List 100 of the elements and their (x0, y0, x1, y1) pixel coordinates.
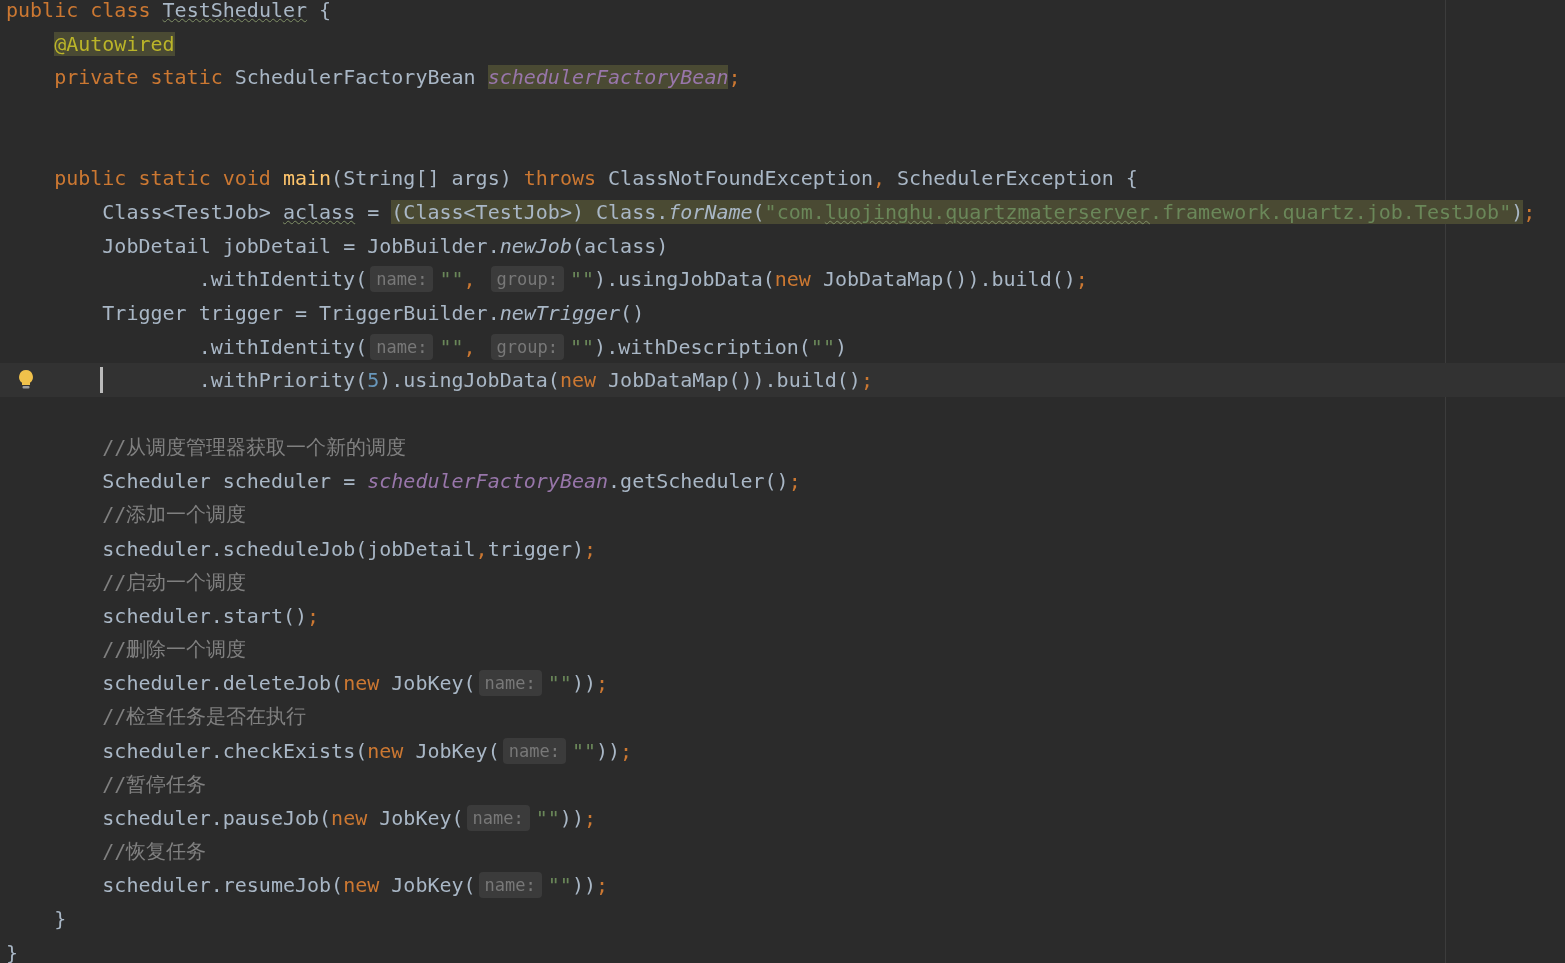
code-token: JobKey( (391, 873, 476, 898)
code-token: //启动一个调度 (102, 568, 247, 596)
code-token: quartzmaterserver (945, 199, 1150, 224)
code-token: "" (547, 671, 572, 696)
code-token: //检查任务是否在执行 (102, 703, 307, 731)
code-token: luojinghu (824, 199, 934, 224)
code-token: "" (535, 805, 560, 830)
code-token: new (774, 267, 812, 292)
code-token: "com. (764, 199, 825, 224)
code-token: ; (728, 65, 741, 90)
code-token: scheduler.scheduleJob(jobDetail (102, 536, 476, 561)
code-token: (Class<TestJob>) Class. (391, 199, 669, 224)
code-token: ) (834, 334, 847, 359)
code-token: private static (54, 65, 224, 90)
code-token: , (463, 334, 477, 359)
code-token: TestSheduler (162, 0, 308, 22)
code-token: new (559, 368, 597, 393)
code-token: scheduler.checkExists( (102, 738, 368, 763)
code-token: ; (596, 671, 609, 696)
code-token: .withIdentity( (198, 267, 368, 292)
code-token: scheduler.deleteJob( (102, 671, 344, 696)
code-token: schedulerFactoryBean (367, 469, 609, 494)
code-editor[interactable] (0, 0, 1565, 963)
code-token: "" (571, 738, 596, 763)
code-token: .framework.quartz.job.TestJob" (1149, 199, 1512, 224)
code-token: JobDataMap()).build() (608, 368, 861, 393)
code-token: Class<TestJob> (102, 199, 272, 224)
code-token: SchedulerException { (897, 166, 1138, 191)
text-cursor (100, 367, 103, 394)
code-token: )) (559, 805, 584, 830)
code-token: )) (595, 738, 621, 763)
code-token: ).withDescription( (594, 334, 811, 359)
parameter-hint: name: (478, 670, 542, 697)
code-token: schedulerFactoryBean (487, 65, 729, 90)
code-token: JobDataMap()).build() (822, 267, 1076, 292)
code-token: aclass (282, 199, 356, 224)
code-token: .withIdentity( (198, 334, 368, 359)
code-token: Scheduler scheduler = (102, 469, 357, 494)
code-token: "" (570, 334, 595, 359)
parameter-hint: name: (502, 737, 566, 764)
code-token: ClassNotFoundException (608, 166, 873, 191)
code-token: , (872, 166, 886, 191)
code-token: ; (1075, 267, 1088, 292)
code-token: //添加一个调度 (102, 501, 247, 529)
code-token: ).usingJobData( (379, 368, 560, 393)
code-token: ; (307, 603, 320, 628)
code-token: . (933, 199, 946, 224)
code-token: 5 (367, 368, 380, 393)
code-token: ).usingJobData( (594, 267, 775, 292)
code-token: "" (570, 267, 595, 292)
code-token: scheduler.start() (102, 603, 307, 628)
parameter-hint: group: (490, 333, 564, 360)
code-token: @Autowired (54, 31, 175, 56)
code-token: newJob (499, 233, 572, 258)
code-token: //删除一个调度 (102, 636, 247, 664)
code-token: scheduler.pauseJob( (102, 805, 332, 830)
code-token: "" (547, 873, 572, 898)
code-token: ; (1523, 199, 1536, 224)
code-token: ) (1511, 199, 1524, 224)
code-token: //恢复任务 (102, 838, 207, 866)
code-token: ; (583, 536, 596, 561)
code-token: .withPriority( (198, 368, 368, 393)
code-token: forName (668, 199, 753, 224)
code-token: ; (860, 368, 873, 393)
code-token: new (331, 805, 369, 830)
code-token: SchedulerFactoryBean (234, 65, 477, 90)
code-token: } (54, 906, 67, 931)
code-token: "" (810, 334, 835, 359)
code-token: public class (6, 0, 152, 22)
code-token: throws (523, 166, 597, 191)
parameter-hint: name: (370, 266, 434, 293)
code-token: new (343, 671, 381, 696)
code-token: )) (571, 873, 596, 898)
code-token: ; (620, 738, 633, 763)
code-token: //暂停任务 (102, 770, 207, 798)
code-token: (aclass) (571, 233, 669, 258)
code-token: scheduler.resumeJob( (102, 873, 344, 898)
code-token: )) (571, 671, 596, 696)
code-token: JobKey( (391, 671, 476, 696)
code-token: new (343, 873, 381, 898)
code-token: ; (596, 873, 609, 898)
code-token: { (318, 0, 332, 22)
code-token: } (6, 940, 19, 963)
code-token: = (366, 199, 381, 224)
code-token: trigger) (487, 536, 584, 561)
code-token: Trigger trigger = TriggerBuilder. (102, 300, 500, 325)
parameter-hint: group: (490, 266, 564, 293)
code-token: .getScheduler() (608, 469, 789, 494)
parameter-hint: name: (370, 333, 434, 360)
code-token: ; (788, 469, 801, 494)
code-token: JobKey( (415, 738, 500, 763)
code-token: public static void (54, 166, 272, 191)
code-token: //从调度管理器获取一个新的调度 (102, 434, 407, 462)
code-token: () (620, 300, 645, 325)
code-token: , (463, 267, 477, 292)
code-token: main (282, 166, 332, 191)
code-token: ; (583, 805, 596, 830)
code-token: (String[] args) (331, 166, 513, 191)
parameter-hint: name: (478, 872, 542, 899)
code-token: JobKey( (379, 805, 464, 830)
